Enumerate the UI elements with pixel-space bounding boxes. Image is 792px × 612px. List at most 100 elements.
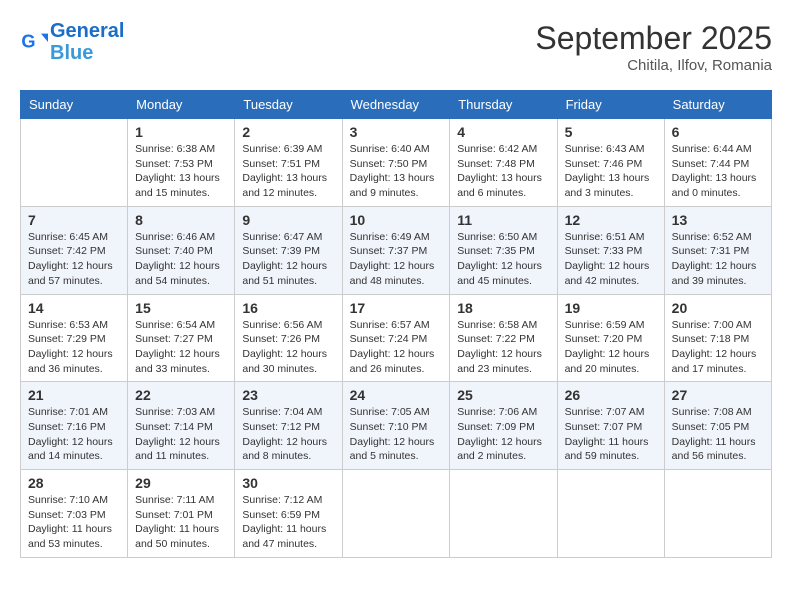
calendar-cell: 27 Sunrise: 7:08 AMSunset: 7:05 PMDayligh… xyxy=(664,382,771,470)
calendar-cell: 2 Sunrise: 6:39 AMSunset: 7:51 PMDaylight… xyxy=(235,119,342,207)
logo-line1: General xyxy=(50,20,124,42)
day-info: Sunrise: 6:53 AMSunset: 7:29 PMDaylight:… xyxy=(28,318,120,377)
logo-icon: G xyxy=(20,28,48,56)
day-number: 21 xyxy=(28,387,120,403)
day-info: Sunrise: 6:40 AMSunset: 7:50 PMDaylight:… xyxy=(350,142,443,201)
calendar-cell: 30 Sunrise: 7:12 AMSunset: 6:59 PMDayligh… xyxy=(235,470,342,558)
calendar-cell: 20 Sunrise: 7:00 AMSunset: 7:18 PMDayligh… xyxy=(664,294,771,382)
day-number: 15 xyxy=(135,300,227,316)
calendar-cell: 24Sunrise: 7:05 AMSunset: 7:10 PMDayligh… xyxy=(342,382,450,470)
day-number: 7 xyxy=(28,212,120,228)
day-info: Sunrise: 6:47 AMSunset: 7:39 PMDaylight:… xyxy=(242,230,334,289)
day-number: 4 xyxy=(457,124,549,140)
calendar-cell: 28Sunrise: 7:10 AMSunset: 7:03 PMDayligh… xyxy=(21,470,128,558)
calendar-cell: 12 Sunrise: 6:51 AMSunset: 7:33 PMDayligh… xyxy=(557,206,664,294)
calendar-cell xyxy=(21,119,128,207)
day-info: Sunrise: 6:45 AMSunset: 7:42 PMDaylight:… xyxy=(28,230,120,289)
calendar-header-row: SundayMondayTuesdayWednesdayThursdayFrid… xyxy=(21,91,772,119)
calendar-cell: 11 Sunrise: 6:50 AMSunset: 7:35 PMDayligh… xyxy=(450,206,557,294)
day-info: Sunrise: 6:43 AMSunset: 7:46 PMDaylight:… xyxy=(565,142,657,201)
col-header-thursday: Thursday xyxy=(450,91,557,119)
col-header-friday: Friday xyxy=(557,91,664,119)
col-header-monday: Monday xyxy=(128,91,235,119)
logo-line2: Blue xyxy=(50,42,124,64)
calendar-week-4: 21Sunrise: 7:01 AMSunset: 7:16 PMDayligh… xyxy=(21,382,772,470)
calendar-cell xyxy=(557,470,664,558)
calendar-cell: 3 Sunrise: 6:40 AMSunset: 7:50 PMDaylight… xyxy=(342,119,450,207)
calendar-cell: 25 Sunrise: 7:06 AMSunset: 7:09 PMDayligh… xyxy=(450,382,557,470)
calendar-cell xyxy=(664,470,771,558)
day-info: Sunrise: 6:51 AMSunset: 7:33 PMDaylight:… xyxy=(565,230,657,289)
day-info: Sunrise: 6:50 AMSunset: 7:35 PMDaylight:… xyxy=(457,230,549,289)
day-info: Sunrise: 7:08 AMSunset: 7:05 PMDaylight:… xyxy=(672,405,764,464)
calendar-cell: 16 Sunrise: 6:56 AMSunset: 7:26 PMDayligh… xyxy=(235,294,342,382)
day-info: Sunrise: 6:38 AMSunset: 7:53 PMDaylight:… xyxy=(135,142,227,201)
calendar-cell: 7 Sunrise: 6:45 AMSunset: 7:42 PMDaylight… xyxy=(21,206,128,294)
day-number: 10 xyxy=(350,212,443,228)
day-number: 19 xyxy=(565,300,657,316)
day-number: 18 xyxy=(457,300,549,316)
day-number: 3 xyxy=(350,124,443,140)
day-number: 25 xyxy=(457,387,549,403)
col-header-saturday: Saturday xyxy=(664,91,771,119)
calendar-cell: 9 Sunrise: 6:47 AMSunset: 7:39 PMDaylight… xyxy=(235,206,342,294)
day-number: 5 xyxy=(565,124,657,140)
calendar-week-3: 14 Sunrise: 6:53 AMSunset: 7:29 PMDayligh… xyxy=(21,294,772,382)
calendar-cell: 29Sunrise: 7:11 AMSunset: 7:01 PMDayligh… xyxy=(128,470,235,558)
calendar-cell xyxy=(450,470,557,558)
calendar-week-2: 7 Sunrise: 6:45 AMSunset: 7:42 PMDaylight… xyxy=(21,206,772,294)
day-number: 14 xyxy=(28,300,120,316)
calendar-cell: 23 Sunrise: 7:04 AMSunset: 7:12 PMDayligh… xyxy=(235,382,342,470)
day-number: 16 xyxy=(242,300,334,316)
calendar-cell xyxy=(342,470,450,558)
day-number: 9 xyxy=(242,212,334,228)
day-info: Sunrise: 6:56 AMSunset: 7:26 PMDaylight:… xyxy=(242,318,334,377)
day-info: Sunrise: 7:06 AMSunset: 7:09 PMDaylight:… xyxy=(457,405,549,464)
day-info: Sunrise: 6:57 AMSunset: 7:24 PMDaylight:… xyxy=(350,318,443,377)
logo: G General Blue xyxy=(20,20,124,64)
day-number: 20 xyxy=(672,300,764,316)
day-number: 30 xyxy=(242,475,334,491)
calendar-week-1: 1 Sunrise: 6:38 AMSunset: 7:53 PMDaylight… xyxy=(21,119,772,207)
day-info: Sunrise: 6:39 AMSunset: 7:51 PMDaylight:… xyxy=(242,142,334,201)
calendar-cell: 21Sunrise: 7:01 AMSunset: 7:16 PMDayligh… xyxy=(21,382,128,470)
day-number: 11 xyxy=(457,212,549,228)
day-info: Sunrise: 7:10 AMSunset: 7:03 PMDaylight:… xyxy=(28,493,120,552)
svg-text:G: G xyxy=(21,32,35,52)
calendar-cell: 6 Sunrise: 6:44 AMSunset: 7:44 PMDaylight… xyxy=(664,119,771,207)
day-number: 27 xyxy=(672,387,764,403)
day-info: Sunrise: 6:52 AMSunset: 7:31 PMDaylight:… xyxy=(672,230,764,289)
col-header-tuesday: Tuesday xyxy=(235,91,342,119)
calendar-cell: 10 Sunrise: 6:49 AMSunset: 7:37 PMDayligh… xyxy=(342,206,450,294)
title-block: September 2025 Chitila, Ilfov, Romania xyxy=(535,20,772,74)
day-number: 17 xyxy=(350,300,443,316)
day-info: Sunrise: 6:54 AMSunset: 7:27 PMDaylight:… xyxy=(135,318,227,377)
calendar-cell: 17 Sunrise: 6:57 AMSunset: 7:24 PMDayligh… xyxy=(342,294,450,382)
day-info: Sunrise: 6:49 AMSunset: 7:37 PMDaylight:… xyxy=(350,230,443,289)
calendar-table: SundayMondayTuesdayWednesdayThursdayFrid… xyxy=(20,90,772,558)
calendar-cell: 13 Sunrise: 6:52 AMSunset: 7:31 PMDayligh… xyxy=(664,206,771,294)
calendar-cell: 26Sunrise: 7:07 AMSunset: 7:07 PMDayligh… xyxy=(557,382,664,470)
calendar-week-5: 28Sunrise: 7:10 AMSunset: 7:03 PMDayligh… xyxy=(21,470,772,558)
day-number: 23 xyxy=(242,387,334,403)
day-number: 26 xyxy=(565,387,657,403)
calendar-cell: 22Sunrise: 7:03 AMSunset: 7:14 PMDayligh… xyxy=(128,382,235,470)
day-number: 13 xyxy=(672,212,764,228)
day-number: 6 xyxy=(672,124,764,140)
day-info: Sunrise: 6:44 AMSunset: 7:44 PMDaylight:… xyxy=(672,142,764,201)
calendar-cell: 18Sunrise: 6:58 AMSunset: 7:22 PMDayligh… xyxy=(450,294,557,382)
day-info: Sunrise: 6:59 AMSunset: 7:20 PMDaylight:… xyxy=(565,318,657,377)
day-number: 29 xyxy=(135,475,227,491)
day-info: Sunrise: 7:12 AMSunset: 6:59 PMDaylight:… xyxy=(242,493,334,552)
location-subtitle: Chitila, Ilfov, Romania xyxy=(535,57,772,74)
day-number: 8 xyxy=(135,212,227,228)
day-info: Sunrise: 7:00 AMSunset: 7:18 PMDaylight:… xyxy=(672,318,764,377)
day-number: 12 xyxy=(565,212,657,228)
col-header-sunday: Sunday xyxy=(21,91,128,119)
day-info: Sunrise: 7:04 AMSunset: 7:12 PMDaylight:… xyxy=(242,405,334,464)
day-number: 2 xyxy=(242,124,334,140)
day-number: 1 xyxy=(135,124,227,140)
month-title: September 2025 xyxy=(535,20,772,57)
calendar-cell: 15 Sunrise: 6:54 AMSunset: 7:27 PMDayligh… xyxy=(128,294,235,382)
calendar-cell: 19 Sunrise: 6:59 AMSunset: 7:20 PMDayligh… xyxy=(557,294,664,382)
